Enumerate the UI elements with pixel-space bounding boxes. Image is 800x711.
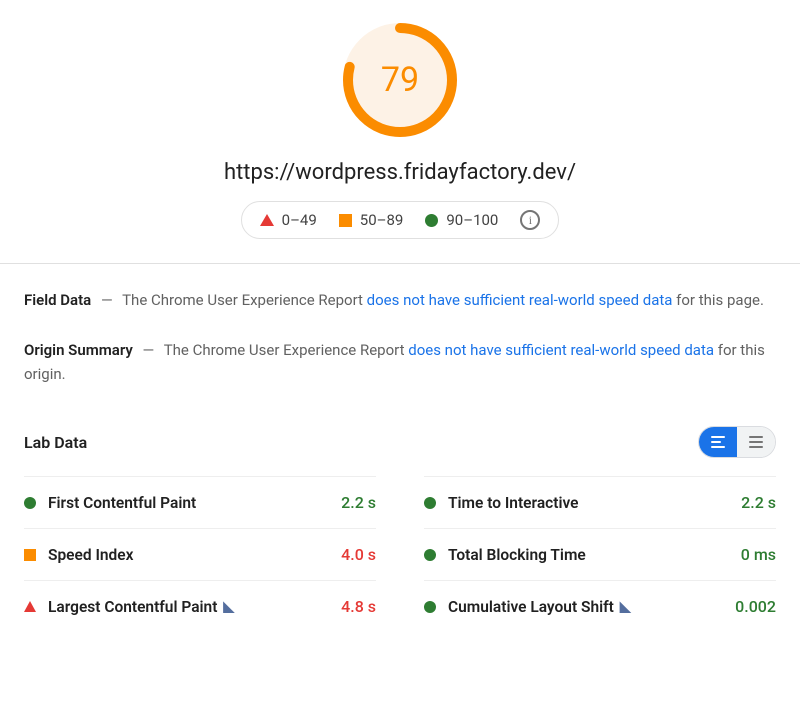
score-legend: 0–49 50–89 90–100 i [241,201,560,239]
metric-name: Total Blocking Time [448,546,729,564]
bookmark-icon: ◣ [620,599,631,615]
metric-value: 0.002 [735,597,776,616]
metric-name: Largest Contentful Paint◣ [48,598,329,616]
metric-name: Speed Index [48,546,329,564]
score-value: 79 [340,20,460,140]
circle-green-icon [424,497,436,509]
info-icon[interactable]: i [520,210,540,230]
circle-green-icon [424,601,436,613]
triangle-red-icon [260,214,274,226]
field-data-section: Field Data — The Chrome User Experience … [24,288,776,312]
lab-metrics-grid: First Contentful Paint 2.2 s Time to Int… [24,476,776,632]
metric-value: 2.2 s [741,493,776,512]
origin-summary-link[interactable]: does not have sufficient real-world spee… [408,341,714,359]
lines-left-icon [711,436,725,448]
origin-summary-label: Origin Summary [24,341,133,359]
metric-si[interactable]: Speed Index 4.0 s [24,528,376,580]
lab-data-title: Lab Data [24,433,87,452]
metric-tbt[interactable]: Total Blocking Time 0 ms [424,528,776,580]
score-gauge: 79 [340,20,460,140]
circle-green-icon [424,549,436,561]
field-data-label: Field Data [24,291,91,309]
metric-tti[interactable]: Time to Interactive 2.2 s [424,476,776,528]
metric-lcp[interactable]: Largest Contentful Paint◣ 4.8 s [24,580,376,632]
view-toggle-compact[interactable] [737,427,775,457]
view-toggle-expanded[interactable] [699,427,737,457]
field-data-link[interactable]: does not have sufficient real-world spee… [367,291,673,309]
metric-value: 4.0 s [341,545,376,564]
bookmark-icon: ◣ [223,599,234,615]
circle-green-icon [425,214,438,227]
metric-value: 2.2 s [341,493,376,512]
square-orange-icon [24,549,36,561]
metric-cls[interactable]: Cumulative Layout Shift◣ 0.002 [424,580,776,632]
score-header: 79 https://wordpress.fridayfactory.dev/ … [0,0,800,264]
page-url: https://wordpress.fridayfactory.dev/ [0,160,800,185]
legend-poor: 0–49 [260,211,317,229]
legend-average: 50–89 [339,211,404,229]
metric-fcp[interactable]: First Contentful Paint 2.2 s [24,476,376,528]
origin-summary-section: Origin Summary — The Chrome User Experie… [24,338,776,386]
circle-green-icon [24,497,36,509]
metric-value: 4.8 s [341,597,376,616]
metric-name: First Contentful Paint [48,494,329,512]
metric-value: 0 ms [741,545,776,564]
lines-right-icon [749,436,763,448]
square-orange-icon [339,214,352,227]
legend-good: 90–100 [425,211,498,229]
view-toggle [698,426,776,458]
metric-name: Time to Interactive [448,494,729,512]
metric-name: Cumulative Layout Shift◣ [448,598,723,616]
triangle-red-icon [24,601,36,612]
